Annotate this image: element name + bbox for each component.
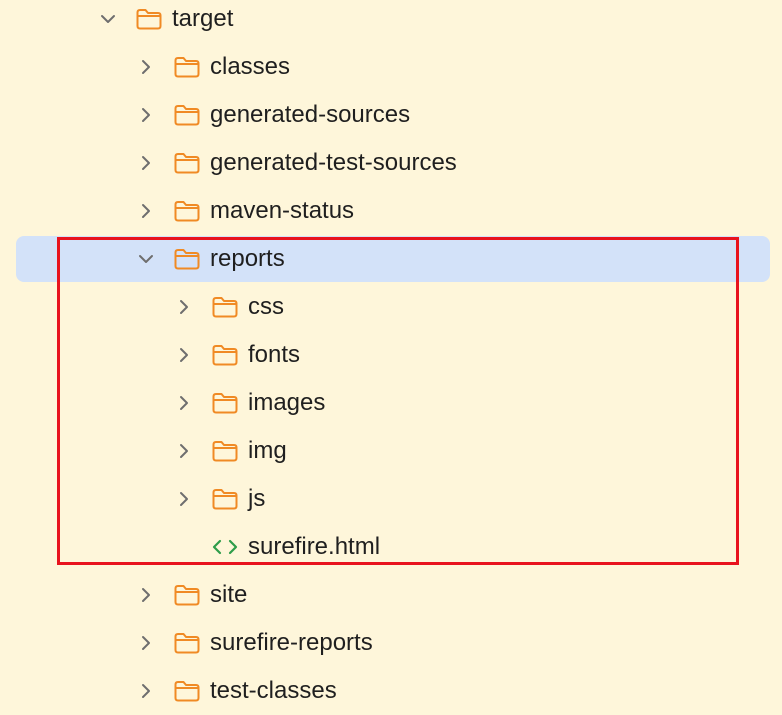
chevron-right-icon[interactable] xyxy=(136,585,156,605)
chevron-right-icon[interactable] xyxy=(174,489,194,509)
tree-item-label: img xyxy=(248,437,287,464)
folder-icon xyxy=(211,487,239,511)
tree-item-reports[interactable]: reports xyxy=(0,235,782,283)
tree-item-js[interactable]: js xyxy=(0,475,782,523)
tree-item-label: classes xyxy=(210,53,291,80)
tree-item-surefire-reports[interactable]: surefire-reports xyxy=(0,619,782,667)
tree-item-images[interactable]: images xyxy=(0,379,782,427)
tree-item-label: reports xyxy=(210,245,285,272)
tree-item-surefire-html[interactable]: surefire.html xyxy=(0,523,782,571)
chevron-right-icon[interactable] xyxy=(136,57,156,77)
folder-icon xyxy=(173,247,201,271)
chevron-right-icon[interactable] xyxy=(174,393,194,413)
folder-icon xyxy=(211,295,239,319)
tree-item-generated-test-sources[interactable]: generated-test-sources xyxy=(0,139,782,187)
chevron-down-icon[interactable] xyxy=(98,9,118,29)
tree-item-img[interactable]: img xyxy=(0,427,782,475)
html-file-icon xyxy=(210,535,238,559)
tree-item-site[interactable]: site xyxy=(0,571,782,619)
folder-icon xyxy=(173,103,201,127)
selection-highlight xyxy=(16,236,770,282)
tree-item-label: surefire-reports xyxy=(210,629,373,656)
tree-item-label: generated-sources xyxy=(210,101,411,128)
chevron-right-icon[interactable] xyxy=(174,297,194,317)
chevron-right-icon[interactable] xyxy=(174,441,194,461)
tree-item-maven-status[interactable]: maven-status xyxy=(0,187,782,235)
tree-item-target[interactable]: target xyxy=(0,0,782,43)
tree-item-generated-sources[interactable]: generated-sources xyxy=(0,91,782,139)
folder-icon xyxy=(211,439,239,463)
tree-item-label: generated-test-sources xyxy=(210,149,457,176)
folder-icon xyxy=(173,631,201,655)
chevron-right-icon[interactable] xyxy=(136,105,156,125)
folder-icon xyxy=(173,151,201,175)
chevron-right-icon[interactable] xyxy=(136,633,156,653)
tree-item-label: surefire.html xyxy=(248,533,381,560)
folder-icon xyxy=(135,7,163,31)
chevron-right-icon[interactable] xyxy=(136,153,156,173)
tree-item-label: maven-status xyxy=(210,197,355,224)
tree-item-label: target xyxy=(172,5,234,32)
folder-icon xyxy=(173,55,201,79)
tree-item-label: test-classes xyxy=(210,677,337,704)
folder-icon xyxy=(173,679,201,703)
folder-icon xyxy=(173,583,201,607)
tree-item-label: images xyxy=(248,389,326,416)
tree-item-label: css xyxy=(248,293,284,320)
tree-item-css[interactable]: css xyxy=(0,283,782,331)
tree-item-classes[interactable]: classes xyxy=(0,43,782,91)
tree-item-label: js xyxy=(248,485,266,512)
file-tree: target classes generated-sources generat… xyxy=(0,0,782,708)
tree-item-label: fonts xyxy=(248,341,301,368)
chevron-right-icon[interactable] xyxy=(136,201,156,221)
folder-icon xyxy=(211,343,239,367)
chevron-right-icon[interactable] xyxy=(174,345,194,365)
folder-icon xyxy=(173,199,201,223)
chevron-down-icon[interactable] xyxy=(136,249,156,269)
folder-icon xyxy=(211,391,239,415)
tree-item-label: site xyxy=(210,581,248,608)
tree-item-fonts[interactable]: fonts xyxy=(0,331,782,379)
chevron-right-icon[interactable] xyxy=(136,681,156,701)
